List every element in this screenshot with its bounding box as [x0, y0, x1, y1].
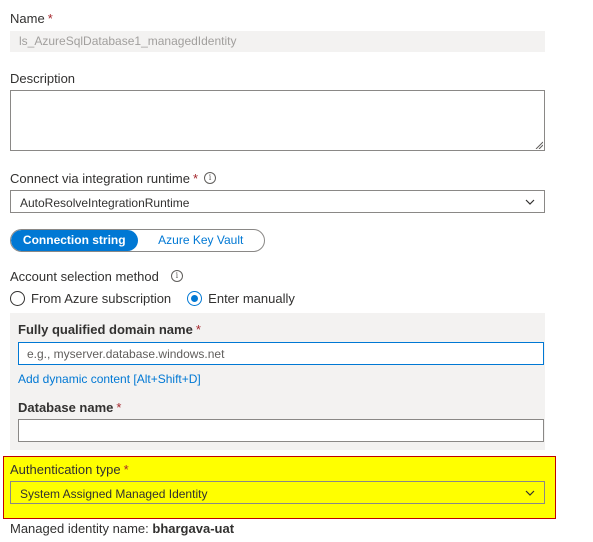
- chevron-down-icon: [525, 490, 535, 496]
- connection-type-toggle: Connection string Azure Key Vault: [10, 229, 265, 252]
- description-label: Description: [10, 71, 76, 86]
- tab-azure-key-vault[interactable]: Azure Key Vault: [138, 230, 265, 251]
- authentication-type-select[interactable]: System Assigned Managed Identity: [10, 481, 545, 504]
- database-name-label: Database name *: [18, 400, 122, 415]
- database-name-input[interactable]: [18, 419, 544, 442]
- radio-from-azure-subscription[interactable]: [10, 291, 25, 306]
- description-textarea[interactable]: [10, 90, 545, 151]
- radio-enter-manually[interactable]: [187, 291, 203, 306]
- name-label: Name *: [10, 11, 53, 26]
- info-icon[interactable]: i: [204, 172, 216, 184]
- chevron-down-icon: [525, 199, 535, 205]
- managed-identity-name: Managed identity name: bhargava-uat: [10, 521, 235, 536]
- integration-runtime-select[interactable]: AutoResolveIntegrationRuntime: [10, 190, 545, 213]
- radio-label: From Azure subscription: [31, 291, 172, 306]
- authentication-type-label: Authentication type *: [10, 462, 129, 477]
- account-selection-radio-group: From Azure subscription Enter manually: [10, 291, 295, 306]
- add-dynamic-content-link[interactable]: Add dynamic content [Alt+Shift+D]: [18, 372, 201, 386]
- integration-runtime-label: Connect via integration runtime * i: [10, 171, 216, 186]
- fqdn-input[interactable]: e.g., myserver.database.windows.net: [18, 342, 544, 365]
- tab-connection-string[interactable]: Connection string: [11, 230, 138, 251]
- info-icon[interactable]: i: [170, 270, 183, 282]
- resize-grip-icon[interactable]: [535, 141, 543, 149]
- fqdn-label: Fully qualified domain name *: [18, 322, 201, 337]
- name-input[interactable]: ls_AzureSqlDatabase1_managedIdentity: [10, 31, 545, 52]
- radio-label: Enter manually: [208, 291, 295, 306]
- account-selection-label: Account selection method i: [10, 269, 183, 284]
